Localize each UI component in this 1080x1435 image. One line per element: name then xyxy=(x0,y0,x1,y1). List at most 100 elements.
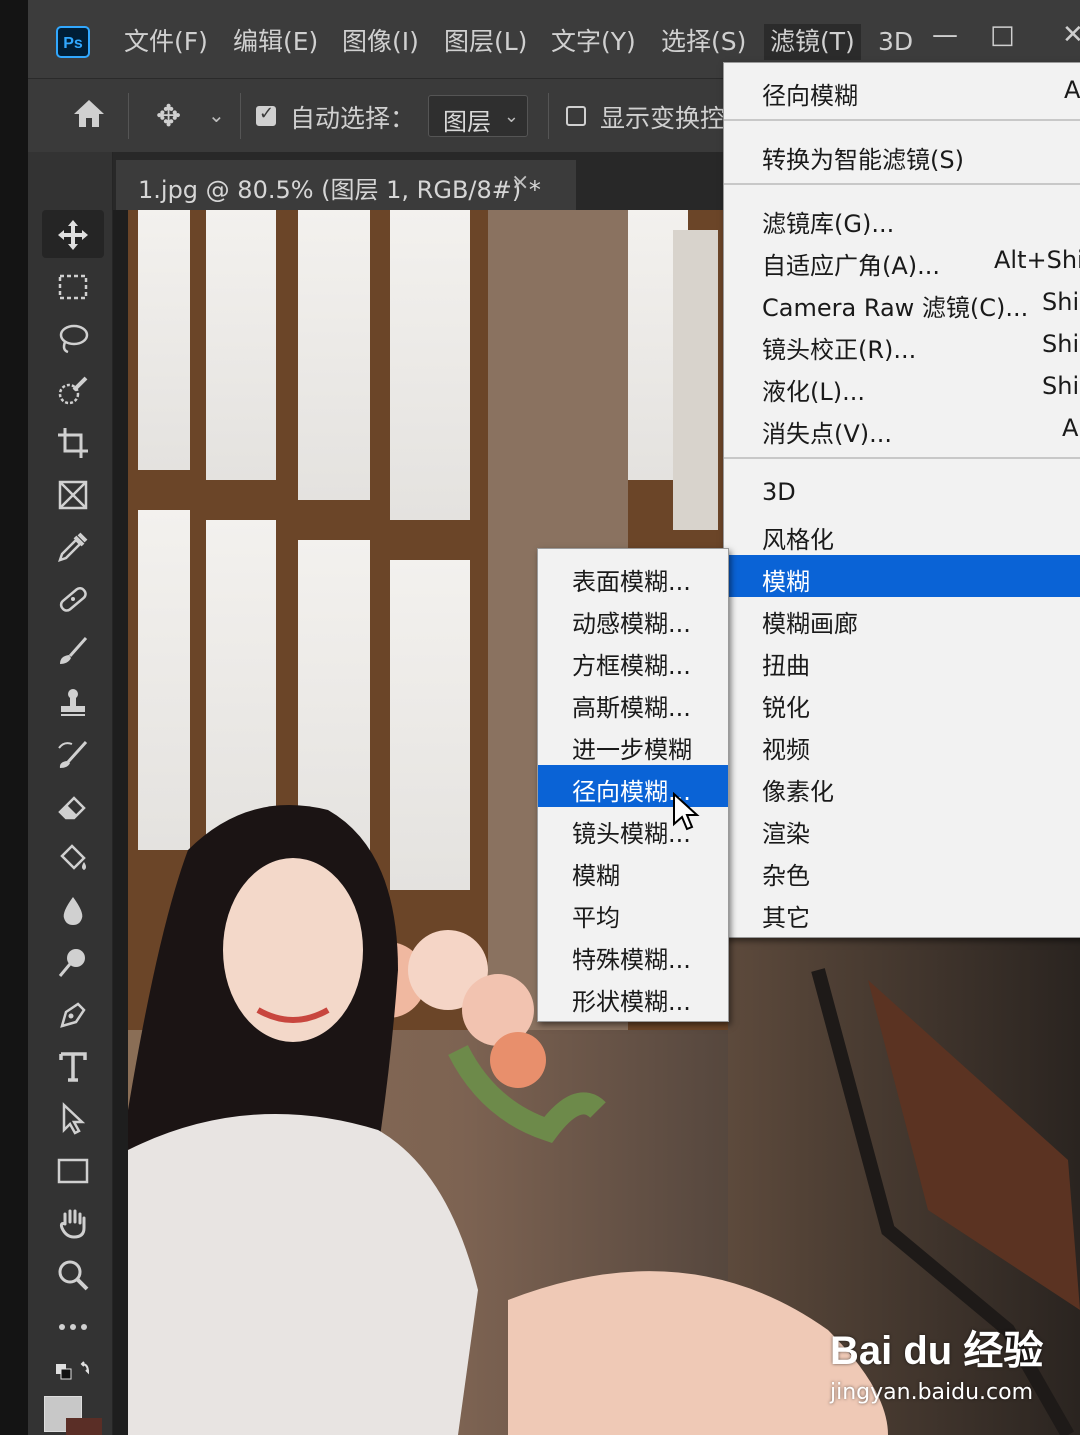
menu-item-label: 转换为智能滤镜(S) xyxy=(762,146,964,174)
menu-item-category-3d[interactable]: 3D xyxy=(724,471,1080,513)
menu-3d[interactable]: 3D xyxy=(878,24,913,60)
menu-item-label: 模糊 xyxy=(572,862,620,890)
submenu-item-smart-blur[interactable]: 特殊模糊... xyxy=(538,933,728,975)
menu-item-lens-correction[interactable]: 镜头校正(R)... Shi xyxy=(724,323,1080,365)
menu-item-label: 特殊模糊... xyxy=(572,946,691,974)
paint-bucket-tool-icon[interactable] xyxy=(42,834,104,882)
menu-item-label: 径向模糊 xyxy=(762,82,858,110)
submenu-item-surface-blur[interactable]: 表面模糊... xyxy=(538,555,728,597)
healing-brush-tool-icon[interactable] xyxy=(42,574,104,622)
menu-item-category-blur[interactable]: 模糊 xyxy=(724,555,1080,597)
crop-tool-icon[interactable] xyxy=(42,418,104,466)
menu-image[interactable]: 图像(I) xyxy=(342,24,419,60)
divider xyxy=(240,93,241,139)
submenu-item-blur[interactable]: 模糊 xyxy=(538,849,728,891)
background-color-swatch[interactable] xyxy=(66,1418,102,1435)
menu-file[interactable]: 文件(F) xyxy=(124,24,208,60)
swap-colors-icon[interactable] xyxy=(42,1350,104,1398)
watermark-url: jingyan.baidu.com xyxy=(830,1380,1034,1405)
menu-item-category-pixelate[interactable]: 像素化 xyxy=(724,765,1080,807)
quick-select-tool-icon[interactable] xyxy=(42,366,104,414)
menu-item-shortcut: Shi xyxy=(1042,330,1080,358)
submenu-item-shape-blur[interactable]: 形状模糊... xyxy=(538,975,728,1017)
hand-tool-icon[interactable] xyxy=(42,1198,104,1246)
chevron-down-icon[interactable]: ⌄ xyxy=(208,103,225,127)
menu-item-label: 滤镜库(G)... xyxy=(762,210,895,238)
submenu-item-gaussian-blur[interactable]: 高斯模糊... xyxy=(538,681,728,723)
pen-tool-icon[interactable] xyxy=(42,990,104,1038)
mouse-cursor-icon xyxy=(673,792,700,831)
menu-item-convert-smart-filter[interactable]: 转换为智能滤镜(S) xyxy=(724,133,1080,175)
menu-item-label: 液化(L)... xyxy=(762,378,865,406)
frame-tool-icon[interactable] xyxy=(42,470,104,518)
home-icon[interactable] xyxy=(72,97,106,129)
clone-stamp-tool-icon[interactable] xyxy=(42,678,104,726)
menu-filter[interactable]: 滤镜(T) xyxy=(764,24,861,60)
menu-item-adaptive-wide-angle[interactable]: 自适应广角(A)... Alt+Shi xyxy=(724,239,1080,281)
submenu-item-blur-more[interactable]: 进一步模糊 xyxy=(538,723,728,765)
dodge-tool-icon[interactable] xyxy=(42,938,104,986)
menu-item-label: 进一步模糊 xyxy=(572,736,692,764)
type-tool-icon[interactable] xyxy=(42,1042,104,1090)
menu-item-category-noise[interactable]: 杂色 xyxy=(724,849,1080,891)
menu-item-category-blur-gallery[interactable]: 模糊画廊 xyxy=(724,597,1080,639)
zoom-tool-icon[interactable] xyxy=(42,1250,104,1298)
menu-item-vanishing-point[interactable]: 消失点(V)... A xyxy=(724,407,1080,449)
menu-item-label: 风格化 xyxy=(762,526,834,554)
menu-separator xyxy=(724,183,1080,185)
move-tool-icon[interactable] xyxy=(42,210,104,258)
menu-item-category-stylize[interactable]: 风格化 xyxy=(724,513,1080,555)
menu-item-label: Camera Raw 滤镜(C)... xyxy=(762,294,1029,322)
lasso-tool-icon[interactable] xyxy=(42,314,104,362)
history-brush-tool-icon[interactable] xyxy=(42,730,104,778)
minimize-button[interactable]: — xyxy=(932,20,958,50)
watermark-logo: Bai du 经验 xyxy=(830,1329,1044,1373)
rectangle-tool-icon[interactable] xyxy=(42,1146,104,1194)
menu-item-label: 锐化 xyxy=(762,694,810,722)
filter-menu: 径向模糊 A 转换为智能滤镜(S) 滤镜库(G)... 自适应广角(A)... … xyxy=(723,62,1080,938)
divider xyxy=(548,93,549,139)
screen-edge xyxy=(0,0,28,1435)
menu-edit[interactable]: 编辑(E) xyxy=(233,24,318,60)
menu-item-category-distort[interactable]: 扭曲 xyxy=(724,639,1080,681)
brush-tool-icon[interactable] xyxy=(42,626,104,674)
menu-item-shortcut: A xyxy=(1062,414,1079,442)
submenu-item-box-blur[interactable]: 方框模糊... xyxy=(538,639,728,681)
close-button[interactable]: ✕ xyxy=(1062,20,1080,50)
menu-layer[interactable]: 图层(L) xyxy=(444,24,527,60)
submenu-item-motion-blur[interactable]: 动感模糊... xyxy=(538,597,728,639)
menu-item-category-render[interactable]: 渲染 xyxy=(724,807,1080,849)
marquee-tool-icon[interactable] xyxy=(42,262,104,310)
menu-item-filter-gallery[interactable]: 滤镜库(G)... xyxy=(724,197,1080,239)
menu-item-label: 渲染 xyxy=(762,820,810,848)
show-transform-checkbox[interactable] xyxy=(566,106,586,126)
menu-select[interactable]: 选择(S) xyxy=(661,24,746,60)
menu-item-liquify[interactable]: 液化(L)... Shi xyxy=(724,365,1080,407)
auto-select-checkbox[interactable] xyxy=(256,103,276,126)
menu-item-label: 方框模糊... xyxy=(572,652,691,680)
baidu-jingyan-watermark: Bai du 经验 jingyan.baidu.com xyxy=(830,1318,1080,1418)
path-select-tool-icon[interactable] xyxy=(42,1094,104,1142)
maximize-button[interactable]: □ xyxy=(990,20,1015,50)
tools-panel xyxy=(28,152,113,1435)
blur-tool-icon[interactable] xyxy=(42,886,104,934)
menu-item-label: 像素化 xyxy=(762,778,834,806)
auto-select-target-dropdown[interactable]: 图层 ⌄ xyxy=(428,95,528,137)
menu-item-label: 杂色 xyxy=(762,862,810,890)
close-tab-icon[interactable]: × xyxy=(511,170,529,195)
menu-item-shortcut: Shi xyxy=(1042,372,1080,400)
menu-separator xyxy=(724,457,1080,459)
menu-item-label: 镜头校正(R)... xyxy=(762,336,917,364)
menu-item-camera-raw[interactable]: Camera Raw 滤镜(C)... Shi xyxy=(724,281,1080,323)
menu-item-category-sharpen[interactable]: 锐化 xyxy=(724,681,1080,723)
menu-type[interactable]: 文字(Y) xyxy=(551,24,636,60)
move-options-icon[interactable]: ✥ xyxy=(156,99,181,134)
eraser-tool-icon[interactable] xyxy=(42,782,104,830)
submenu-item-average[interactable]: 平均 xyxy=(538,891,728,933)
menu-item-category-video[interactable]: 视频 xyxy=(724,723,1080,765)
eyedropper-tool-icon[interactable] xyxy=(42,522,104,570)
document-tab[interactable]: 1.jpg @ 80.5% (图层 1, RGB/8#) * × xyxy=(116,160,576,210)
more-tools-icon[interactable] xyxy=(42,1302,104,1350)
menu-item-category-other[interactable]: 其它 xyxy=(724,891,1080,933)
menu-item-last-filter[interactable]: 径向模糊 A xyxy=(724,69,1080,111)
